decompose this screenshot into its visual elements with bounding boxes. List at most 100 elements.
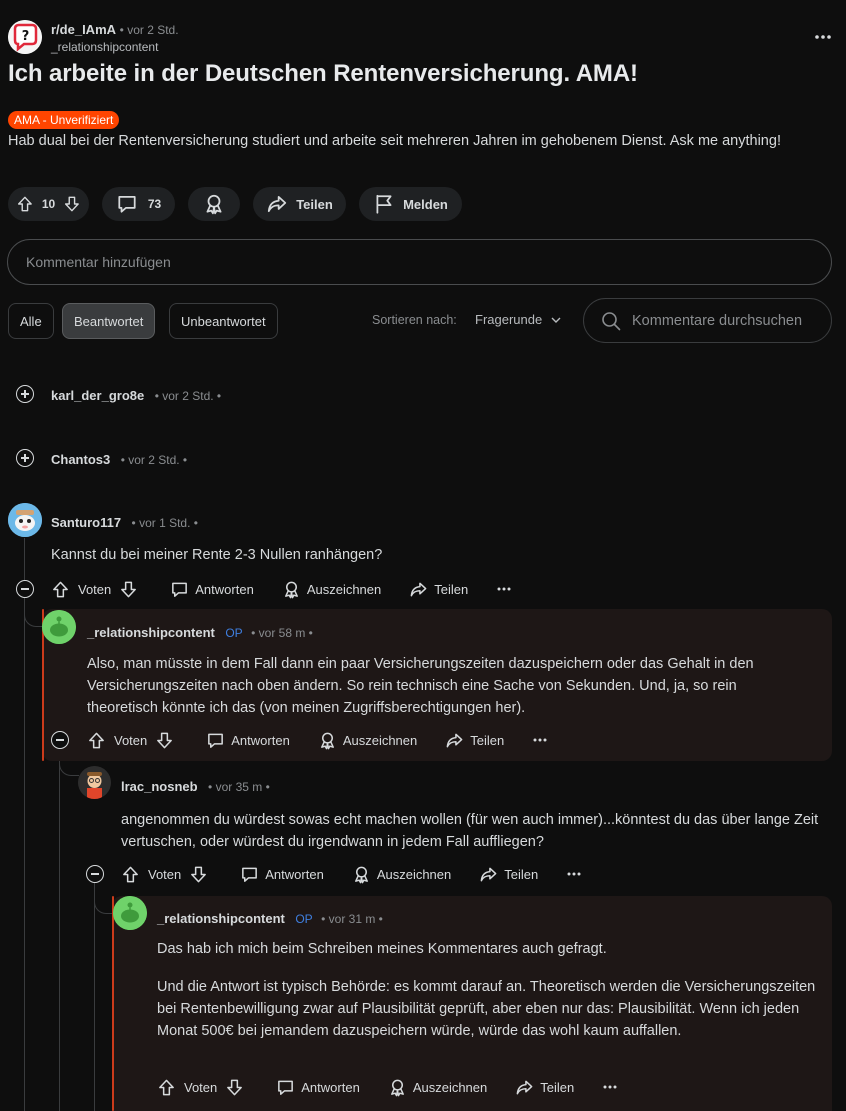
flag-icon xyxy=(373,193,395,215)
share-label: Teilen xyxy=(470,732,505,748)
upvote-icon[interactable] xyxy=(157,1078,176,1097)
upvote-icon[interactable] xyxy=(16,194,34,214)
upvote-icon[interactable] xyxy=(121,865,140,884)
award-label: Auszeichnen xyxy=(412,1079,488,1095)
thread-line[interactable] xyxy=(59,749,60,1111)
expand-comment-button[interactable] xyxy=(16,385,34,403)
downvote-icon[interactable] xyxy=(155,731,174,750)
reply-button[interactable]: Antworten xyxy=(276,1078,360,1097)
comment-text: Das hab ich mich beim Schreiben meines K… xyxy=(157,941,607,957)
share-button[interactable]: Teilen xyxy=(479,865,538,884)
collapse-thread-button[interactable] xyxy=(16,580,34,598)
share-label: Teilen xyxy=(504,866,539,882)
comment-bubble-icon xyxy=(170,580,189,599)
filter-answered[interactable]: Beantwortet xyxy=(62,303,156,339)
comment-username[interactable]: karl_der_gro8e xyxy=(51,388,144,403)
share-button[interactable]: Teilen xyxy=(445,731,504,750)
filter-all[interactable]: Alle xyxy=(8,303,54,339)
report-button[interactable]: Melden xyxy=(359,187,462,221)
award-icon xyxy=(318,731,337,750)
upvote-icon[interactable] xyxy=(51,580,70,599)
search-placeholder: Kommentare durchsuchen xyxy=(632,312,803,329)
reply-label: Antworten xyxy=(265,866,324,882)
award-icon xyxy=(352,865,371,884)
collapse-thread-button[interactable] xyxy=(86,865,104,883)
downvote-icon[interactable] xyxy=(63,194,81,214)
post-time: • vor 2 Std. xyxy=(119,23,179,37)
more-options-icon[interactable] xyxy=(496,586,512,592)
op-badge: OP xyxy=(295,912,313,926)
comment-header: _relationshipcontent OP • vor 31 m • xyxy=(157,910,383,928)
comment-bubble-icon xyxy=(116,193,138,215)
award-label: Auszeichnen xyxy=(376,866,452,882)
comment-username[interactable]: _relationshipcontent xyxy=(87,625,215,640)
award-button[interactable]: Auszeichnen xyxy=(388,1078,487,1097)
thread-line[interactable] xyxy=(94,883,95,1111)
share-label: Teilen xyxy=(434,581,469,597)
comments-button[interactable]: 73 xyxy=(102,187,175,221)
report-label: Melden xyxy=(403,196,448,212)
reply-button[interactable]: Antworten xyxy=(206,731,290,750)
reply-button[interactable]: Antworten xyxy=(240,865,324,884)
sort-dropdown[interactable]: Fragerunde xyxy=(475,312,562,327)
user-avatar[interactable] xyxy=(42,610,76,644)
post-author[interactable]: _relationshipcontent xyxy=(51,40,158,54)
more-options-icon[interactable] xyxy=(566,871,582,877)
thread-line[interactable] xyxy=(24,538,25,580)
comment-actions: Voten Antworten Auszeichnen Teilen xyxy=(157,1075,646,1099)
question-bubble-icon: ? xyxy=(8,20,42,54)
award-icon xyxy=(282,580,301,599)
collapsed-comment: Chantos3 • vor 2 Std. • xyxy=(51,451,187,469)
comment-username[interactable]: _relationshipcontent xyxy=(157,911,285,926)
subreddit-avatar[interactable]: ? xyxy=(8,20,42,54)
downvote-icon[interactable] xyxy=(189,865,208,884)
user-avatar[interactable] xyxy=(78,766,111,799)
comment-time: • vor 31 m • xyxy=(321,912,383,926)
award-button[interactable]: Auszeichnen xyxy=(352,865,451,884)
thread-connector xyxy=(24,597,44,627)
vote-label: Voten xyxy=(148,866,182,882)
user-avatar[interactable] xyxy=(113,896,147,930)
post-flair[interactable]: AMA - Unverifiziert xyxy=(8,111,120,129)
comment-username[interactable]: Chantos3 xyxy=(51,452,110,467)
comment-username[interactable]: Santuro117 xyxy=(51,515,121,530)
thread-line[interactable] xyxy=(24,597,25,1111)
chevron-down-icon xyxy=(551,317,561,323)
award-button[interactable]: Auszeichnen xyxy=(318,731,417,750)
award-button[interactable] xyxy=(188,187,240,221)
more-options-icon[interactable] xyxy=(532,737,548,743)
comment-input[interactable]: Kommentar hinzufügen xyxy=(7,239,832,285)
comment-time: • vor 35 m • xyxy=(208,780,270,794)
share-button[interactable]: Teilen xyxy=(409,580,468,599)
user-avatar[interactable] xyxy=(8,503,42,537)
downvote-icon[interactable] xyxy=(225,1078,244,1097)
comment-text: Also, man müsste in dem Fall dann ein pa… xyxy=(87,656,754,716)
expand-comment-button[interactable] xyxy=(16,449,34,467)
share-button[interactable]: Teilen xyxy=(253,187,346,221)
share-button[interactable]: Teilen xyxy=(515,1078,574,1097)
comment-username[interactable]: lrac_nosneb xyxy=(121,779,198,794)
comment-search[interactable]: Kommentare durchsuchen xyxy=(583,298,832,343)
thread-connector xyxy=(94,884,114,914)
comment-actions: Voten Antworten Auszeichnen Teilen xyxy=(121,862,610,886)
sort-value: Fragerunde xyxy=(475,312,543,327)
reply-button[interactable]: Antworten xyxy=(170,580,254,599)
downvote-icon[interactable] xyxy=(119,580,138,599)
svg-text:?: ? xyxy=(22,29,30,44)
comment-header: _relationshipcontent OP • vor 58 m • xyxy=(87,624,313,642)
share-icon xyxy=(445,731,464,750)
upvote-icon[interactable] xyxy=(87,731,106,750)
comment-time: • vor 2 Std. • xyxy=(120,453,188,467)
more-options-icon[interactable] xyxy=(602,1084,618,1090)
comment-text: Und die Antwort ist typisch Behörde: es … xyxy=(157,979,816,1039)
collapse-thread-button[interactable] xyxy=(51,731,69,749)
more-options-icon[interactable] xyxy=(812,30,834,44)
search-icon xyxy=(602,311,621,330)
reply-label: Antworten xyxy=(231,732,290,748)
award-button[interactable]: Auszeichnen xyxy=(282,580,381,599)
filter-unanswered[interactable]: Unbeantwortet xyxy=(169,303,278,339)
subreddit-name[interactable]: r/de_IAmA xyxy=(51,22,116,37)
reply-label: Antworten xyxy=(195,581,254,597)
comment-input-placeholder: Kommentar hinzufügen xyxy=(26,254,171,270)
comment-time: • vor 58 m • xyxy=(251,626,313,640)
